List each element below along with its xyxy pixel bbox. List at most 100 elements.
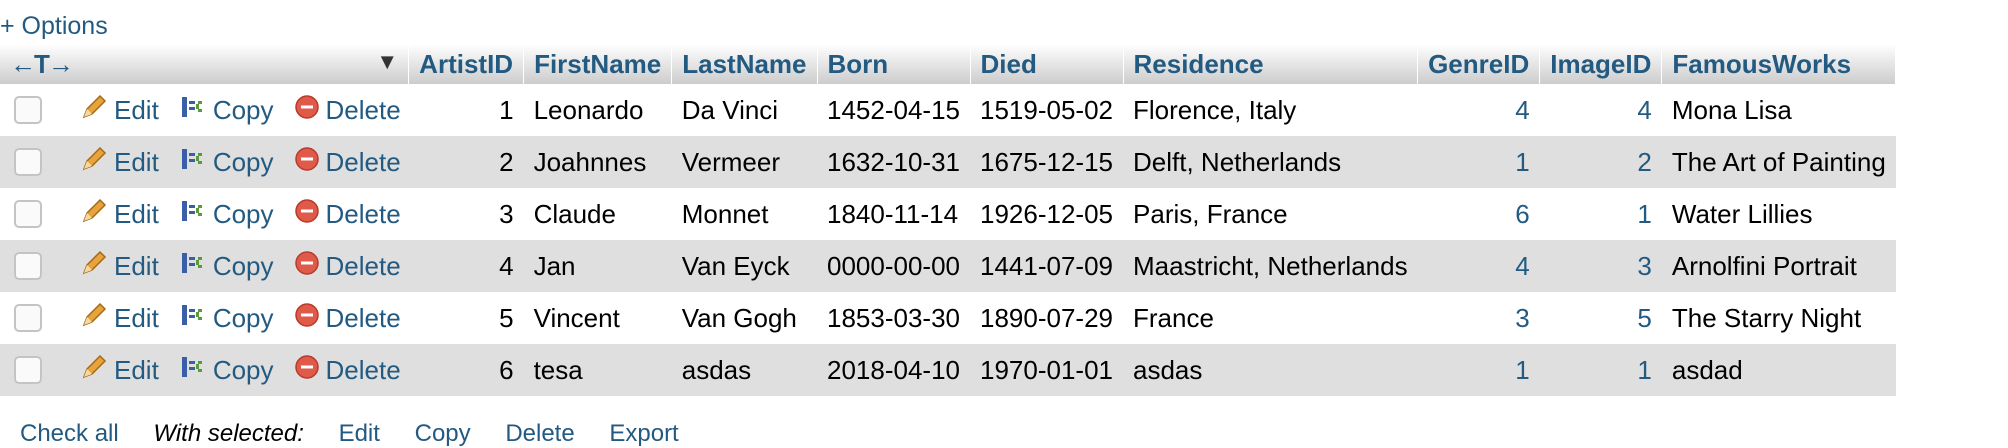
pencil-icon[interactable]: [80, 197, 108, 232]
cell-died[interactable]: 1926-12-05: [970, 188, 1124, 240]
cell-lastname[interactable]: Van Gogh: [671, 292, 818, 344]
cell-born[interactable]: 0000-00-00: [817, 240, 971, 292]
row-select-checkbox[interactable]: [14, 96, 42, 124]
column-header-firstname[interactable]: FirstName: [523, 44, 673, 84]
cell-artistid[interactable]: 5: [408, 292, 524, 344]
row-edit-link[interactable]: Edit: [114, 303, 159, 333]
cell-residence[interactable]: Paris, France: [1123, 188, 1418, 240]
cell-famousworks[interactable]: asdad: [1661, 344, 1896, 396]
cell-genreid-link[interactable]: 1: [1417, 136, 1540, 188]
column-header-artistid[interactable]: ArtistID: [408, 44, 525, 84]
pencil-icon[interactable]: [80, 145, 108, 180]
cell-imageid-link[interactable]: 4: [1539, 84, 1662, 136]
copy-icon[interactable]: [179, 353, 207, 388]
cell-imageid-link[interactable]: 5: [1539, 292, 1662, 344]
cell-born[interactable]: 1840-11-14: [817, 188, 971, 240]
row-edit-link[interactable]: Edit: [114, 95, 159, 125]
cell-firstname[interactable]: Leonardo: [523, 84, 672, 136]
delete-icon[interactable]: [294, 354, 320, 387]
cell-genreid-link[interactable]: 4: [1417, 84, 1540, 136]
column-visibility-dropdown-icon[interactable]: ▼: [376, 49, 398, 75]
copy-icon[interactable]: [179, 93, 207, 128]
column-header-genreid[interactable]: GenreID: [1417, 44, 1541, 84]
column-header-famousworks[interactable]: FamousWorks: [1661, 44, 1897, 84]
cell-famousworks[interactable]: The Art of Painting: [1661, 136, 1896, 188]
cell-died[interactable]: 1519-05-02: [970, 84, 1124, 136]
delete-icon[interactable]: [294, 146, 320, 179]
cell-lastname[interactable]: Monnet: [671, 188, 818, 240]
cell-famousworks[interactable]: Water Lillies: [1661, 188, 1896, 240]
cell-genreid-link[interactable]: 1: [1417, 344, 1540, 396]
cell-genreid-link[interactable]: 4: [1417, 240, 1540, 292]
row-delete-link[interactable]: Delete: [326, 95, 401, 125]
cell-born[interactable]: 1853-03-30: [817, 292, 971, 344]
cell-artistid[interactable]: 6: [408, 344, 524, 396]
row-edit-link[interactable]: Edit: [114, 147, 159, 177]
cell-genreid-link[interactable]: 6: [1417, 188, 1540, 240]
cell-residence[interactable]: Florence, Italy: [1123, 84, 1418, 136]
cell-artistid[interactable]: 2: [408, 136, 524, 188]
cell-artistid[interactable]: 4: [408, 240, 524, 292]
cell-firstname[interactable]: Vincent: [523, 292, 672, 344]
pencil-icon[interactable]: [80, 353, 108, 388]
row-select-checkbox[interactable]: [14, 200, 42, 228]
row-copy-link[interactable]: Copy: [213, 355, 274, 385]
cell-born[interactable]: 1452-04-15: [817, 84, 971, 136]
cell-firstname[interactable]: Claude: [523, 188, 672, 240]
row-edit-link[interactable]: Edit: [114, 199, 159, 229]
pencil-icon[interactable]: [80, 301, 108, 336]
copy-icon[interactable]: [179, 249, 207, 284]
cell-born[interactable]: 1632-10-31: [817, 136, 971, 188]
cell-artistid[interactable]: 1: [408, 84, 524, 136]
cell-famousworks[interactable]: Mona Lisa: [1661, 84, 1896, 136]
cell-imageid-link[interactable]: 1: [1539, 344, 1662, 396]
column-header-lastname[interactable]: LastName: [671, 44, 818, 84]
table-row[interactable]: Edit Copy Delete 1 Leonardo Da Vinci 1452-04-1…: [0, 84, 1896, 136]
cell-lastname[interactable]: Da Vinci: [671, 84, 818, 136]
cell-died[interactable]: 1970-01-01: [970, 344, 1124, 396]
cell-born[interactable]: 2018-04-10: [817, 344, 971, 396]
row-delete-link[interactable]: Delete: [326, 147, 401, 177]
table-row[interactable]: Edit Copy Delete 5 Vincent Van Gogh 1853-03-30…: [0, 292, 1896, 344]
row-select-checkbox[interactable]: [14, 148, 42, 176]
cell-firstname[interactable]: Jan: [523, 240, 672, 292]
row-copy-link[interactable]: Copy: [213, 95, 274, 125]
copy-icon[interactable]: [179, 197, 207, 232]
cell-firstname[interactable]: Joahnnes: [523, 136, 672, 188]
row-edit-link[interactable]: Edit: [114, 251, 159, 281]
table-row[interactable]: Edit Copy Delete 3 Claude Monnet 1840-11-14 192…: [0, 188, 1896, 240]
row-copy-link[interactable]: Copy: [213, 251, 274, 281]
pencil-icon[interactable]: [80, 249, 108, 284]
row-select-checkbox[interactable]: [14, 356, 42, 384]
cell-lastname[interactable]: Van Eyck: [671, 240, 818, 292]
cell-famousworks[interactable]: Arnolfini Portrait: [1661, 240, 1896, 292]
cell-lastname[interactable]: asdas: [671, 344, 818, 396]
cell-died[interactable]: 1441-07-09: [970, 240, 1124, 292]
row-copy-link[interactable]: Copy: [213, 147, 274, 177]
table-row[interactable]: Edit Copy Delete 4 Jan Van Eyck 0000-00-00 1441…: [0, 240, 1896, 292]
column-header-born[interactable]: Born: [817, 44, 971, 84]
cell-residence[interactable]: asdas: [1123, 344, 1418, 396]
delete-icon[interactable]: [294, 198, 320, 231]
row-delete-link[interactable]: Delete: [326, 355, 401, 385]
row-copy-link[interactable]: Copy: [213, 303, 274, 333]
options-toggle-link[interactable]: + Options: [0, 12, 108, 41]
cell-artistid[interactable]: 3: [408, 188, 524, 240]
copy-icon[interactable]: [179, 145, 207, 180]
column-header-imageid[interactable]: ImageID: [1539, 44, 1663, 84]
cell-residence[interactable]: France: [1123, 292, 1418, 344]
row-select-checkbox[interactable]: [14, 304, 42, 332]
cell-imageid-link[interactable]: 3: [1539, 240, 1662, 292]
pencil-icon[interactable]: [80, 93, 108, 128]
delete-icon[interactable]: [294, 94, 320, 127]
row-edit-link[interactable]: Edit: [114, 355, 159, 385]
row-copy-link[interactable]: Copy: [213, 199, 274, 229]
cell-firstname[interactable]: tesa: [523, 344, 672, 396]
column-resize-arrows-icon[interactable]: ←T→: [10, 49, 74, 79]
table-row[interactable]: Edit Copy Delete 2 Joahnnes Vermeer 1632-10-31…: [0, 136, 1896, 188]
cell-died[interactable]: 1890-07-29: [970, 292, 1124, 344]
row-delete-link[interactable]: Delete: [326, 199, 401, 229]
cell-residence[interactable]: Delft, Netherlands: [1123, 136, 1418, 188]
cell-died[interactable]: 1675-12-15: [970, 136, 1124, 188]
table-row[interactable]: Edit Copy Delete 6 tesa asdas 2018-04-10 1970-0…: [0, 344, 1896, 396]
